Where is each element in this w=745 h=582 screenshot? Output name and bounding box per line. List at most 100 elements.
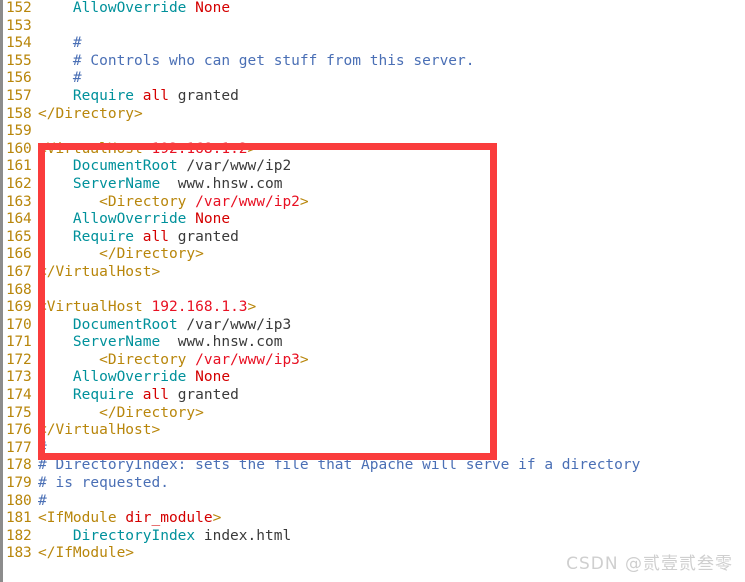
code-line-text[interactable]: </VirtualHost> (31, 264, 745, 282)
code-token-comment: # (38, 70, 82, 87)
editor-left-edge-strip (0, 0, 3, 582)
code-line[interactable]: 167 </VirtualHost> (0, 264, 745, 282)
code-line-text[interactable]: # is requested. (31, 475, 745, 493)
code-line-text[interactable]: ServerName www.hnsw.com (31, 176, 745, 194)
code-line-text[interactable]: </VirtualHost> (31, 422, 745, 440)
code-line-text[interactable]: <VirtualHost 192.168.1.3> (31, 299, 745, 317)
code-line-text[interactable]: DocumentRoot /var/www/ip2 (31, 158, 745, 176)
code-token-keyword: None (195, 211, 231, 228)
code-line-text[interactable]: DirectoryIndex index.html (31, 528, 745, 546)
code-line[interactable]: 159 (0, 123, 745, 141)
line-number: 154 (6, 35, 32, 52)
code-line-text[interactable]: # DirectoryIndex: sets the file that Apa… (31, 457, 745, 475)
code-token-plain: granted (168, 87, 239, 104)
code-line-text[interactable]: ServerName www.hnsw.com (31, 334, 745, 352)
code-line-text[interactable]: Require all granted (31, 88, 745, 106)
code-token-tagval: /var/www/ip2 (195, 193, 300, 210)
code-line[interactable]: 154 # (0, 35, 745, 53)
code-line-text[interactable]: <Directory /var/www/ip3> (31, 352, 745, 370)
code-line-text[interactable]: AllowOverride None (31, 0, 745, 18)
line-number: 175 (6, 404, 32, 421)
code-token-directive: DirectoryIndex (72, 527, 196, 544)
code-line-text[interactable]: </Directory> (31, 405, 745, 423)
code-line[interactable]: 155 # Controls who can get stuff from th… (0, 53, 745, 71)
code-line[interactable]: 179 # is requested. (0, 475, 745, 493)
line-number: 166 (6, 246, 32, 263)
code-line[interactable]: 162 ServerName www.hnsw.com (0, 176, 745, 194)
line-number: 160 (6, 140, 32, 157)
code-line[interactable]: 174 Require all granted (0, 387, 745, 405)
code-token-plain: index.html (195, 527, 292, 544)
code-token-keyword: None (195, 369, 231, 386)
code-line-text[interactable]: <VirtualHost 192.168.1.2> (31, 141, 745, 159)
line-number: 163 (6, 193, 32, 210)
code-line[interactable]: 171 ServerName www.hnsw.com (0, 334, 745, 352)
code-line-text[interactable]: </Directory> (31, 246, 745, 264)
line-number: 178 (6, 457, 32, 474)
code-line[interactable]: 163 <Directory /var/www/ip2> (0, 194, 745, 212)
code-line-text[interactable]: # (31, 70, 745, 88)
code-content-area[interactable]: 152 AllowOverride None 153 154 #155 # Cont… (0, 0, 745, 582)
code-line[interactable]: 157 Require all granted (0, 88, 745, 106)
code-token-tag: </VirtualHost> (38, 263, 161, 280)
code-line[interactable]: 176 </VirtualHost> (0, 422, 745, 440)
code-line[interactable]: 175 </Directory> (0, 405, 745, 423)
code-line[interactable]: 172 <Directory /var/www/ip3> (0, 352, 745, 370)
code-line[interactable]: 153 (0, 18, 745, 36)
code-line-text[interactable]: # Controls who can get stuff from this s… (31, 53, 745, 71)
code-line[interactable]: 173 AllowOverride None (0, 369, 745, 387)
code-line[interactable]: 161 DocumentRoot /var/www/ip2 (0, 158, 745, 176)
code-line[interactable]: 178 # DirectoryIndex: sets the file that … (0, 457, 745, 475)
code-token-comment: # (38, 35, 82, 52)
code-line[interactable]: 152 AllowOverride None (0, 0, 745, 18)
code-line[interactable]: 177 # (0, 440, 745, 458)
code-line-text[interactable]: # (31, 440, 745, 458)
code-line[interactable]: 160 <VirtualHost 192.168.1.2> (0, 141, 745, 159)
code-line[interactable]: 182 DirectoryIndex index.html (0, 528, 745, 546)
code-line[interactable]: 166 </Directory> (0, 246, 745, 264)
line-number: 174 (6, 387, 32, 404)
code-token-comment: # (38, 492, 47, 509)
code-line[interactable]: 156 # (0, 70, 745, 88)
code-line-text[interactable]: <IfModule dir_module> (31, 510, 745, 528)
code-token-keyword: None (195, 0, 231, 16)
code-token-plain: granted (168, 228, 239, 245)
code-token-directive: DocumentRoot (72, 158, 178, 175)
line-number: 181 (6, 510, 32, 527)
code-line[interactable]: 164 AllowOverride None (0, 211, 745, 229)
code-token-directive: ServerName (72, 334, 161, 351)
code-line[interactable]: 158 </Directory> (0, 106, 745, 124)
code-token-plain: /var/www/ip3 (177, 316, 292, 333)
line-number: 172 (6, 351, 32, 368)
code-line-text[interactable]: AllowOverride None (31, 369, 745, 387)
code-token-directive: Require (72, 87, 135, 104)
line-number: 161 (6, 158, 32, 175)
code-line-text[interactable]: Require all granted (31, 387, 745, 405)
code-line-text[interactable]: </Directory> (31, 106, 745, 124)
code-line-text[interactable]: DocumentRoot /var/www/ip3 (31, 317, 745, 335)
code-line[interactable]: 165 Require all granted (0, 229, 745, 247)
line-number: 164 (6, 211, 32, 228)
code-line-text[interactable]: AllowOverride None (31, 211, 745, 229)
code-line-text[interactable]: # (31, 35, 745, 53)
code-line[interactable]: 181 <IfModule dir_module> (0, 510, 745, 528)
line-number: 152 (6, 0, 32, 16)
code-line[interactable]: 168 (0, 282, 745, 300)
code-line-text[interactable]: <Directory /var/www/ip2> (31, 194, 745, 212)
line-number: 157 (6, 87, 32, 104)
code-line[interactable]: 170 DocumentRoot /var/www/ip3 (0, 317, 745, 335)
code-line[interactable]: 180 # (0, 493, 745, 511)
code-line[interactable]: 169 <VirtualHost 192.168.1.3> (0, 299, 745, 317)
code-token-tagval: 192.168.1.2 (151, 140, 248, 157)
code-line-text[interactable]: # (31, 493, 745, 511)
code-line-text[interactable]: Require all granted (31, 229, 745, 247)
code-token-tag: </Directory> (99, 246, 204, 263)
